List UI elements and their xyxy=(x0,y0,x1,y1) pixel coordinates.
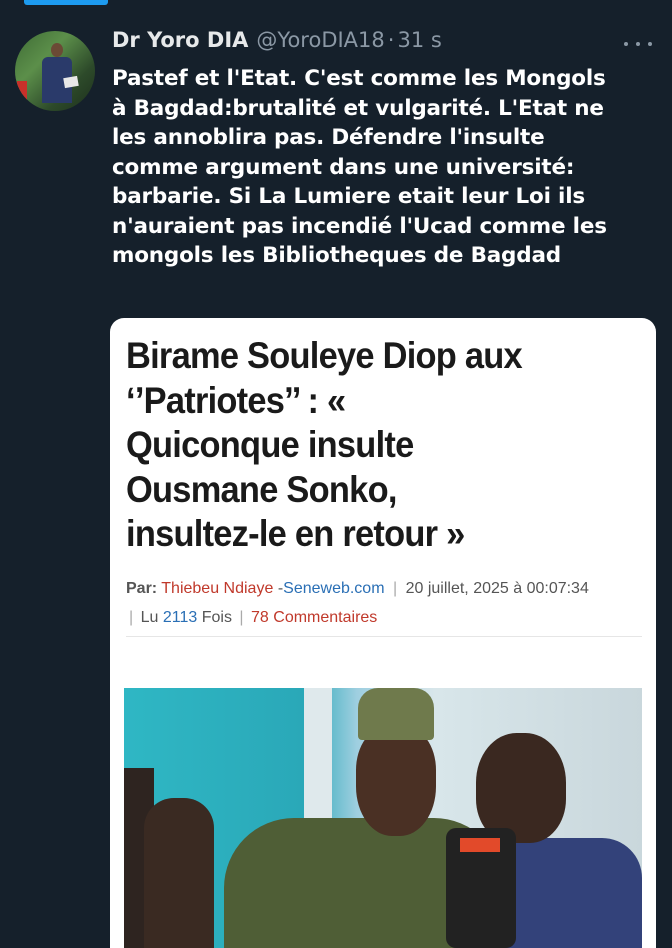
tweet-header: Dr Yoro DIA @YoroDIA18 · 31 s xyxy=(112,28,442,58)
article-stats: | Lu 2113 Fois | 78 Commentaires xyxy=(126,609,377,627)
meta-separator: | xyxy=(392,580,398,597)
article-author: Thiebeu Ndiaye xyxy=(161,580,274,597)
tweet-text-line: les annoblira pas. Défendre l'insulte xyxy=(112,125,545,150)
tweet-text-line: à Bagdad:brutalité et vulgarité. L'Etat … xyxy=(112,95,604,121)
headline-line: Ousmane Sonko, xyxy=(126,468,397,510)
tweet-text-line: n'auraient pas incendié l'Ucad comme les xyxy=(112,213,607,239)
article-date: 20 juillet, 2025 à 00:07:34 xyxy=(405,580,589,597)
article-site: Seneweb.com xyxy=(283,580,385,597)
author-name[interactable]: Dr Yoro DIA xyxy=(112,28,248,52)
avatar-flag xyxy=(17,81,27,107)
headline-line: insultez-le en retour » xyxy=(126,513,465,554)
byline-label: Par: xyxy=(126,580,158,597)
tweet-text-line: Pastef et l'Etat. C'est comme les Mongol… xyxy=(112,66,606,91)
avatar-figure-paper xyxy=(63,75,79,89)
read-count: 2113 xyxy=(162,609,198,626)
meta-separator: | xyxy=(239,609,244,626)
attached-article-image[interactable]: Birame Souleye Diop aux ‘’Patriotes’’ : … xyxy=(110,318,656,948)
tweet-text: Pastef et l'Etat. C'est comme les Mongol… xyxy=(112,64,660,271)
author-handle[interactable]: @YoroDIA18 xyxy=(256,28,384,52)
divider xyxy=(126,636,642,637)
meta-separator: | xyxy=(129,609,134,626)
photo-main-person-head xyxy=(356,726,436,836)
read-suffix: Fois xyxy=(201,609,232,626)
tweet-timestamp[interactable]: 31 s xyxy=(397,28,441,52)
photo-right-person-head xyxy=(476,733,566,843)
avatar[interactable] xyxy=(15,31,95,111)
avatar-figure-head xyxy=(51,43,63,57)
comments-count: 78 Commentaires xyxy=(251,609,378,626)
more-dot xyxy=(636,42,640,46)
photo-microphone-label xyxy=(460,838,500,852)
more-dot xyxy=(624,42,628,46)
tweet-text-line: mongols les Bibliotheques de Bagdad xyxy=(112,243,561,268)
tweet-text-line: barbarie. Si La Lumiere etait leur Loi i… xyxy=(112,184,585,209)
headline-line: Quiconque insulte xyxy=(126,424,414,465)
article-headline: Birame Souleye Diop aux ‘’Patriotes’’ : … xyxy=(126,334,610,557)
photo-main-person-hat xyxy=(358,688,434,740)
more-dot xyxy=(648,42,652,46)
read-label: Lu xyxy=(140,609,159,626)
tweet-text-line: comme argument dans une université: xyxy=(112,154,575,180)
photo-background-person xyxy=(144,798,214,948)
article-byline: Par: Thiebeu Ndiaye -Seneweb.com | 20 ju… xyxy=(126,580,650,598)
article-photo xyxy=(124,688,642,948)
headline-line: Birame Souleye Diop aux xyxy=(126,335,523,376)
more-horizontal-icon[interactable] xyxy=(624,40,652,48)
separator-dot: · xyxy=(387,28,395,52)
tab-indicator xyxy=(24,0,108,5)
headline-line: ‘’Patriotes’’ : « xyxy=(126,379,346,421)
